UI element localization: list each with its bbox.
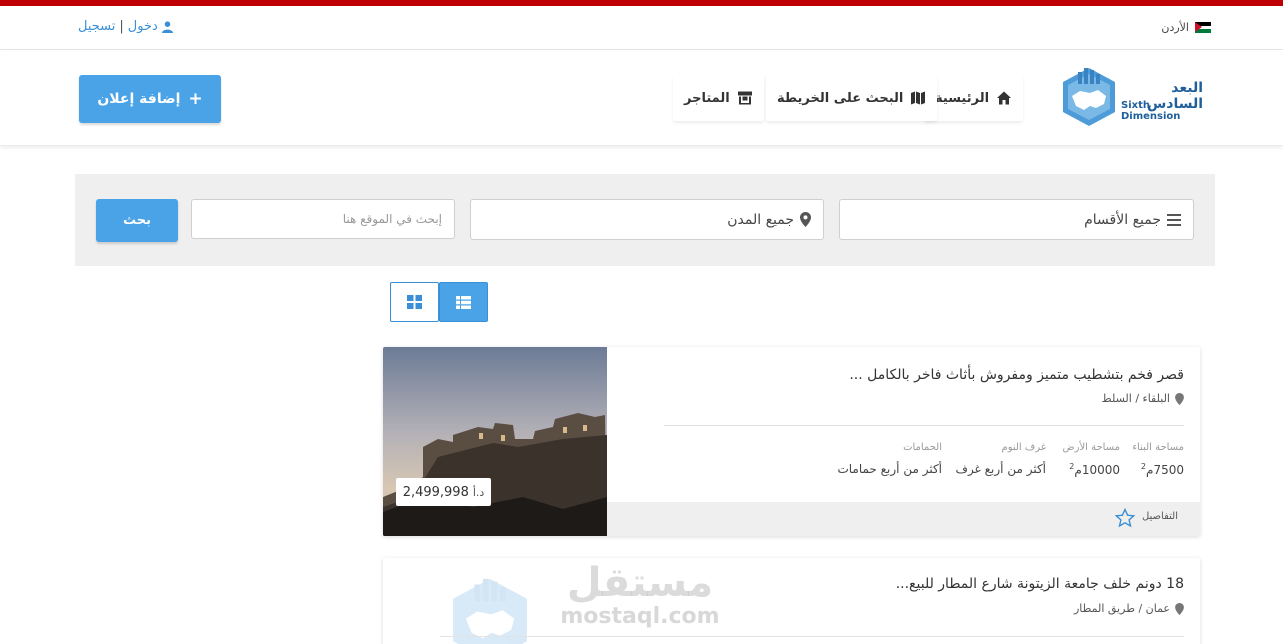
- spec-bedrooms-value: أكثر من أربع غرف: [955, 462, 1047, 476]
- listing-footer: التفاصيل: [607, 502, 1200, 536]
- details-link[interactable]: التفاصيل: [1142, 511, 1178, 522]
- logo-hexagon-icon: [1063, 68, 1115, 126]
- listing-photo[interactable]: 2,499,998 د.أ: [383, 347, 607, 536]
- nav-home[interactable]: الرئيسية: [924, 75, 1024, 121]
- spec-land-area-label: مساحة الأرض: [1062, 442, 1120, 453]
- category-select-value: جميع الأقسام: [1084, 211, 1161, 228]
- listing-card[interactable]: 18 دونم خلف جامعة الزيتونة شارع المطار ل…: [383, 558, 1200, 644]
- plus-icon: +: [188, 89, 203, 109]
- spec-bathrooms-value: أكثر من أربع حمامات: [837, 462, 942, 476]
- listing-title[interactable]: قصر فخم بتشطيب متميز ومفروش بأثاث فاخر ب…: [849, 367, 1184, 383]
- listing-location: عمان / طريق المطار: [1074, 602, 1184, 615]
- register-link[interactable]: تسجيل: [78, 19, 115, 34]
- city-select[interactable]: جميع المدن: [470, 199, 824, 240]
- price-value: 2,499,998: [402, 484, 469, 500]
- nav-home-label: الرئيسية: [935, 90, 990, 106]
- palace-photo: [383, 347, 607, 536]
- spec-building-area-label: مساحة البناء: [1132, 442, 1184, 453]
- jordan-flag-icon: [1195, 22, 1211, 33]
- site-logo[interactable]: البعد السادس Sixth Dimension: [1058, 62, 1203, 132]
- listing-location-text: البلقاء / السلط: [1101, 392, 1170, 405]
- country-selector[interactable]: الأردن: [1161, 21, 1211, 34]
- main-navbar: البعد السادس Sixth Dimension الرئيسية ال…: [0, 50, 1283, 146]
- category-select[interactable]: جميع الأقسام: [839, 199, 1194, 240]
- listing-body: قصر فخم بتشطيب متميز ومفروش بأثاث فاخر ب…: [607, 347, 1200, 502]
- search-panel: جميع الأقسام جميع المدن بحث: [75, 174, 1215, 266]
- spec-bedrooms-label: غرف النوم: [1001, 442, 1047, 453]
- spec-land-area: مساحة الأرض 10000م2: [1063, 442, 1120, 477]
- search-button[interactable]: بحث: [96, 199, 178, 242]
- add-listing-button[interactable]: + إضافة إعلان: [79, 75, 221, 123]
- spec-building-area: مساحة البناء 7500م2: [1132, 442, 1184, 477]
- spec-building-area-value: 7500م2: [1140, 462, 1184, 477]
- login-link[interactable]: دخول: [128, 19, 158, 34]
- nav-stores-label: المتاجر: [684, 90, 730, 106]
- mostaql-watermark: مستقل mostaql.com: [560, 560, 720, 634]
- store-icon: [737, 91, 752, 105]
- watermark-arabic: مستقل: [566, 560, 714, 606]
- bars-icon: [1167, 213, 1181, 226]
- home-icon: [997, 91, 1012, 105]
- auth-separator: |: [119, 19, 124, 34]
- watermark-english: mostaql.com: [560, 604, 720, 629]
- logo-english-text: Sixth Dimension: [1121, 100, 1181, 122]
- listing-card[interactable]: 2,499,998 د.أ قصر فخم بتشطيب متميز ومفرو…: [383, 347, 1200, 536]
- listing-divider: [664, 425, 1184, 426]
- spec-bathrooms-label: الحمامات: [903, 442, 942, 453]
- list-view-toggle[interactable]: [439, 282, 488, 322]
- listing-location-text: عمان / طريق المطار: [1073, 602, 1170, 615]
- listing-location: البلقاء / السلط: [1102, 392, 1184, 405]
- nav-map-search[interactable]: البحث على الخريطة: [766, 75, 938, 121]
- listing-price: 2,499,998 د.أ: [396, 478, 491, 506]
- grid-view-toggle[interactable]: [390, 282, 439, 322]
- star-icon[interactable]: [1115, 508, 1135, 528]
- nav-map-search-label: البحث على الخريطة: [777, 90, 904, 106]
- spec-land-area-value: 10000م2: [1069, 462, 1120, 477]
- city-select-value: جميع المدن: [727, 211, 794, 228]
- top-bar: دخول | تسجيل الأردن: [0, 6, 1283, 50]
- nav-stores[interactable]: المتاجر: [673, 75, 764, 121]
- spec-bedrooms: غرف النوم أكثر من أربع غرف: [956, 442, 1047, 476]
- map-marker-icon: [800, 212, 811, 227]
- user-icon: [161, 20, 173, 33]
- list-view-icon: [456, 295, 471, 309]
- listing-divider: [440, 636, 1184, 637]
- map-marker-icon: [1175, 602, 1184, 615]
- country-label: الأردن: [1161, 21, 1189, 34]
- grid-view-icon: [407, 295, 422, 309]
- auth-links: دخول | تسجيل: [78, 19, 173, 34]
- listing-title[interactable]: 18 دونم خلف جامعة الزيتونة شارع المطار ل…: [896, 576, 1184, 592]
- placeholder-logo-icon: [453, 578, 527, 644]
- spec-bathrooms: الحمامات أكثر من أربع حمامات: [837, 442, 942, 476]
- price-currency: د.أ: [472, 485, 485, 499]
- add-listing-label: إضافة إعلان: [97, 91, 181, 107]
- map-marker-icon: [1175, 392, 1184, 405]
- map-icon: [911, 91, 926, 105]
- search-input[interactable]: [191, 199, 455, 239]
